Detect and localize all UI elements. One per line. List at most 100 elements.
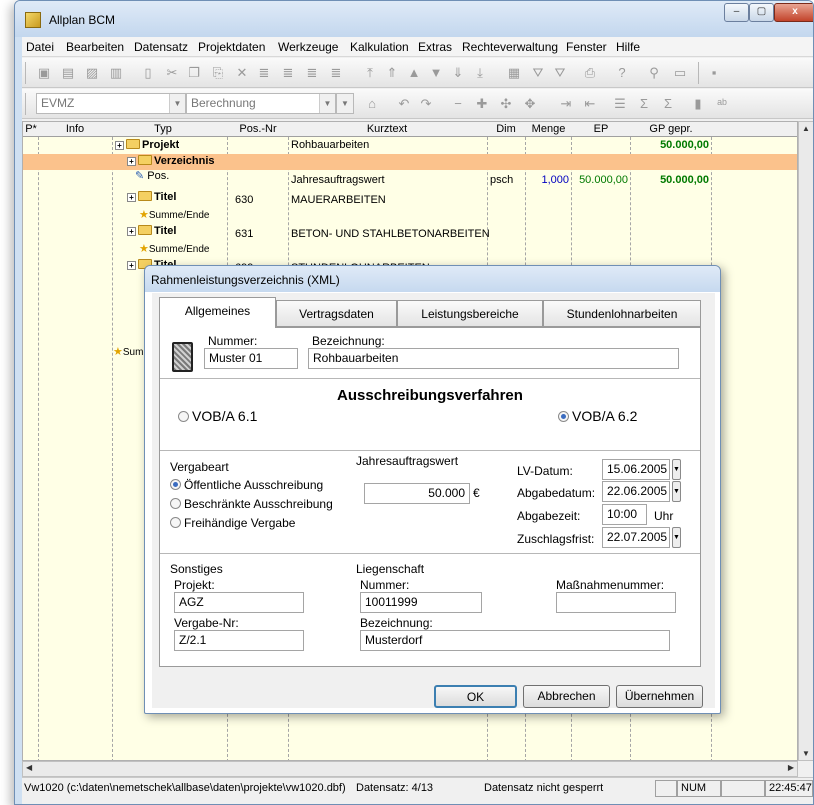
expand-icon[interactable]: + [115,141,124,150]
menu-fenster[interactable]: Fenster [566,40,607,54]
menu-werkzeuge[interactable]: Werkzeuge [278,40,338,54]
print-icon[interactable]: ▥ [108,65,124,81]
header-kurztext[interactable]: Kurztext [289,123,485,135]
vergabe-beschraenkt-radio[interactable]: Beschränkte Ausschreibung [170,497,333,511]
abgabedatum-dropdown-icon[interactable]: ▼ [672,481,681,502]
help-icon[interactable]: ? [614,65,630,81]
header-pos-nr[interactable]: Pos.-Nr [228,123,288,135]
save-icon[interactable]: ▤ [60,65,76,81]
printer-icon[interactable]: ⎙ [582,65,598,81]
evmz-combo[interactable]: EVMZ ▼ [36,93,186,114]
tab-vertragsdaten[interactable]: Vertragsdaten [276,300,397,327]
abc-icon[interactable]: ᵃᵇ [714,96,730,112]
insert-title-icon[interactable]: ≣ [304,65,320,81]
zuschlagsfrist-field[interactable]: 22.07.2005 [602,527,670,548]
minimize-button[interactable]: – [724,3,749,22]
move-up-fast-icon[interactable]: ⇑ [384,65,400,81]
expand-icon[interactable]: + [127,261,136,270]
zuschlagsfrist-dropdown-icon[interactable]: ▼ [672,527,681,548]
abbrechen-button[interactable]: Abbrechen [523,685,610,708]
paste-icon[interactable]: ⎘ [210,65,226,81]
cut-icon[interactable]: ✂ [164,65,180,81]
table-row[interactable]: ✎ Pos. Jahresauftragswert psch 1,000 50.… [23,170,797,186]
massnahmenummer-field[interactable] [556,592,676,613]
berechnung-combo[interactable]: Berechnung ▼ [186,93,336,114]
exit-icon[interactable]: ▪ [706,65,722,81]
delete-icon[interactable]: ✕ [234,65,250,81]
table-row[interactable]: ★Summe/Ende [23,208,797,221]
nummer-field[interactable]: Muster 01 [204,348,298,369]
menu-extras[interactable]: Extras [418,40,452,54]
chevron-down-icon[interactable]: ▼ [169,94,185,113]
chevron-down-icon[interactable]: ▼ [319,94,335,113]
menu-kalkulation[interactable]: Kalkulation [350,40,409,54]
chart-icon[interactable]: ▮ [690,96,706,112]
scroll-left-icon[interactable]: ◀ [26,763,32,772]
minus-icon[interactable]: − [450,96,466,112]
abgabezeit-field[interactable]: 10:00 [602,504,647,525]
sum-alt-icon[interactable]: Σ [660,96,676,112]
move-up-icon[interactable]: ▲ [406,65,422,81]
image-icon[interactable]: ▨ [84,65,100,81]
close-button[interactable]: x [774,3,813,22]
vob62-radio[interactable]: VOB/A 6.2 [558,408,637,424]
header-gp[interactable]: GP gepr. [631,123,711,135]
filter-edit-icon[interactable]: ⛛ [552,65,568,81]
move-bottom-icon[interactable]: ⤓ [472,65,488,81]
liegenschaft-nummer-field[interactable]: 10011999 [360,592,482,613]
vertical-scrollbar[interactable]: ▲ ▼ [798,121,813,761]
lv-datum-field[interactable]: 15.06.2005 [602,459,670,480]
vergabe-freihaendig-radio[interactable]: Freihändige Vergabe [170,516,295,530]
menu-hilfe[interactable]: Hilfe [616,40,640,54]
table-row[interactable]: + Titel 631 BETON- UND STAHLBETONARBEITEN [23,224,797,240]
new-icon[interactable]: ▯ [140,65,156,81]
menu-datei[interactable]: Datei [26,40,54,54]
liegenschaft-bezeichnung-field[interactable]: Musterdorf [360,630,670,651]
ok-button[interactable]: OK [434,685,517,708]
layout-icon[interactable]: ▭ [672,65,688,81]
header-menge[interactable]: Menge [526,123,571,135]
outdent-icon[interactable]: ⇤ [582,96,598,112]
menu-bearbeiten[interactable]: Bearbeiten [66,40,124,54]
calculator-icon[interactable]: ▦ [506,65,522,81]
header-p[interactable]: P* [24,123,38,135]
vob61-radio[interactable]: VOB/A 6.1 [178,408,257,424]
horizontal-scrollbar[interactable]: ◀ ▶ [22,761,798,777]
table-row[interactable]: + Titel 630 MAUERARBEITEN [23,190,797,206]
menu-rechteverwaltung[interactable]: Rechteverwaltung [462,40,558,54]
expand-icon[interactable]: + [127,157,136,166]
abgabedatum-field[interactable]: 22.06.2005 [602,481,670,502]
insert-row-icon[interactable]: ≣ [256,65,272,81]
tree-add-icon[interactable]: ✚ [474,96,490,112]
uebernehmen-button[interactable]: Übernehmen [616,685,703,708]
filter-icon[interactable]: ⛛ [530,65,546,81]
zoom-icon[interactable]: ⚲ [646,65,662,81]
insert-level-icon[interactable]: ≣ [328,65,344,81]
chevron-down-icon[interactable]: ▼ [337,94,353,113]
expand-icon[interactable]: + [127,227,136,236]
tab-stundenlohnarbeiten[interactable]: Stundenlohnarbeiten [543,300,701,327]
insert-group-icon[interactable]: ≣ [280,65,296,81]
vergabe-oeffentlich-radio[interactable]: Öffentliche Ausschreibung [170,478,323,492]
tree-move-icon[interactable]: ✥ [522,96,538,112]
header-info[interactable]: Info [39,123,111,135]
sum-icon[interactable]: Σ [636,96,652,112]
folder-open-icon[interactable]: ⌂ [364,96,380,112]
jahresauftragswert-field[interactable]: 50.000 [364,483,470,504]
header-typ[interactable]: Typ [113,123,213,135]
scroll-up-icon[interactable]: ▲ [802,124,810,133]
title-bar[interactable]: Allplan BCM – ▢ x [15,1,813,37]
table-row-selected[interactable]: + Verzeichnis [23,154,797,170]
scroll-right-icon[interactable]: ▶ [788,763,794,772]
menu-datensatz[interactable]: Datensatz [134,40,188,54]
copy-icon[interactable]: ❐ [186,65,202,81]
redo-icon[interactable]: ↷ [418,96,434,112]
move-down-icon[interactable]: ▼ [428,65,444,81]
scroll-down-icon[interactable]: ▼ [802,749,810,758]
tab-allgemeines[interactable]: Allgemeines [159,297,276,328]
open-icon[interactable]: ▣ [36,65,52,81]
table-row[interactable]: ★Summe/Ende [23,242,797,255]
move-down-fast-icon[interactable]: ⇓ [450,65,466,81]
indent-icon[interactable]: ⇥ [558,96,574,112]
maximize-button[interactable]: ▢ [749,3,774,22]
